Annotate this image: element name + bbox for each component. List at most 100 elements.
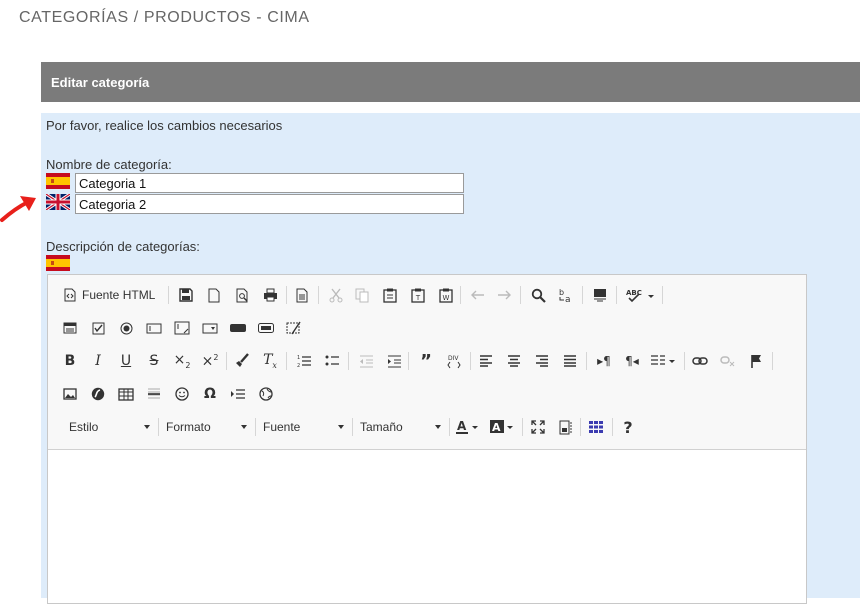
flash-button[interactable]	[86, 382, 110, 406]
chevron-down-icon	[144, 425, 150, 429]
justify-button[interactable]	[558, 349, 582, 373]
editor-content-area[interactable]	[48, 450, 806, 603]
select-all-button[interactable]	[588, 283, 612, 307]
preview-button[interactable]	[230, 283, 254, 307]
rtl-icon: ¶◂	[625, 354, 639, 368]
hidden-field-button[interactable]	[282, 316, 306, 340]
copy-button[interactable]	[350, 283, 374, 307]
toolbar-row-5: Estilo Formato Fuente Tamaño A A ?	[56, 415, 796, 441]
maximize-button[interactable]	[526, 415, 550, 439]
italic-button[interactable]: I	[86, 349, 110, 373]
undo-icon	[471, 290, 484, 300]
toolbar-separator	[408, 352, 409, 370]
search-icon	[531, 288, 546, 303]
form-button[interactable]	[58, 316, 82, 340]
anchor-button[interactable]	[744, 349, 768, 373]
rtl-button[interactable]: ¶◂	[620, 349, 644, 373]
replace-button[interactable]: ba	[554, 283, 578, 307]
horizontal-line-icon	[148, 388, 160, 399]
numbered-list-button[interactable]: 12	[292, 349, 316, 373]
image-icon	[63, 388, 77, 400]
align-center-button[interactable]	[502, 349, 526, 373]
radio-button[interactable]	[114, 316, 138, 340]
toolbar-row-2	[56, 316, 796, 342]
subscript-button[interactable]: ×2	[170, 349, 194, 373]
paste-button[interactable]	[378, 283, 402, 307]
strike-button[interactable]: S	[142, 349, 166, 373]
help-button[interactable]: ?	[616, 415, 640, 439]
paste-word-button[interactable]: W	[434, 283, 458, 307]
omega-icon: Ω	[204, 386, 216, 402]
templates-icon	[296, 288, 308, 302]
form-icon	[63, 322, 77, 334]
align-right-button[interactable]	[530, 349, 554, 373]
create-div-button[interactable]: DIV	[442, 349, 466, 373]
chevron-down-icon	[435, 425, 441, 429]
toolbar-separator	[226, 352, 227, 370]
redo-button[interactable]	[492, 283, 516, 307]
style-combo[interactable]: Estilo	[58, 415, 156, 439]
font-combo[interactable]: Fuente	[252, 415, 350, 439]
toolbar-separator	[616, 286, 617, 304]
cut-button[interactable]	[324, 283, 348, 307]
category-name-es-input[interactable]	[75, 173, 464, 193]
format-combo[interactable]: Formato	[155, 415, 253, 439]
find-button[interactable]	[526, 283, 550, 307]
text-color-icon: A	[456, 419, 478, 434]
show-blocks-button[interactable]	[554, 415, 578, 439]
image-button-button[interactable]	[254, 316, 278, 340]
checkbox-button[interactable]	[86, 316, 110, 340]
preview-icon	[236, 288, 247, 302]
remove-format-button[interactable]: Tx	[258, 349, 282, 373]
toolbar-separator	[580, 418, 581, 436]
outdent-button[interactable]	[354, 349, 378, 373]
smiley-button[interactable]	[170, 382, 194, 406]
link-button[interactable]	[688, 349, 712, 373]
page-break-button[interactable]	[226, 382, 250, 406]
indent-button[interactable]	[382, 349, 406, 373]
textarea-button[interactable]	[170, 316, 194, 340]
save-button[interactable]	[174, 283, 198, 307]
select-all-icon	[594, 288, 606, 301]
align-right-icon	[536, 355, 548, 367]
svg-text:ABC: ABC	[626, 289, 642, 297]
toolbar-separator	[520, 286, 521, 304]
unlink-button[interactable]	[716, 349, 740, 373]
language-button[interactable]	[648, 349, 678, 373]
form-button-button[interactable]	[226, 316, 250, 340]
insert-grid-button[interactable]	[584, 415, 608, 439]
new-page-button[interactable]	[202, 283, 226, 307]
bold-button[interactable]: B	[58, 349, 82, 373]
image-button[interactable]	[58, 382, 82, 406]
source-html-button[interactable]: Fuente HTML	[64, 283, 155, 307]
table-button[interactable]	[114, 382, 138, 406]
toolbar-separator	[522, 418, 523, 436]
align-left-button[interactable]	[474, 349, 498, 373]
text-field-button[interactable]	[142, 316, 166, 340]
bulleted-list-button[interactable]	[320, 349, 344, 373]
superscript-button[interactable]: ×2	[198, 349, 222, 373]
undo-button[interactable]	[466, 283, 490, 307]
horizontal-line-button[interactable]	[142, 382, 166, 406]
svg-text:A: A	[457, 419, 467, 433]
question-mark-icon: ?	[623, 417, 633, 437]
toolbar-row-4: Ω	[56, 382, 796, 408]
paste-text-button[interactable]: T	[406, 283, 430, 307]
print-button[interactable]	[258, 283, 282, 307]
underline-button[interactable]: U	[114, 349, 138, 373]
blockquote-button[interactable]: ”	[414, 349, 438, 373]
smiley-icon	[175, 387, 189, 401]
select-field-button[interactable]	[198, 316, 222, 340]
ltr-button[interactable]: ▸¶	[592, 349, 616, 373]
text-color-button[interactable]: A	[454, 415, 484, 439]
size-combo[interactable]: Tamaño	[349, 415, 447, 439]
special-char-button[interactable]: Ω	[198, 382, 222, 406]
spellcheck-button[interactable]: ABC	[622, 283, 658, 307]
templates-button[interactable]	[290, 283, 314, 307]
toolbar-separator	[470, 352, 471, 370]
copy-format-button[interactable]	[230, 349, 254, 373]
background-color-button[interactable]: A	[488, 415, 518, 439]
category-name-en-input[interactable]	[75, 194, 464, 214]
language-icon	[651, 355, 675, 365]
iframe-button[interactable]	[254, 382, 278, 406]
